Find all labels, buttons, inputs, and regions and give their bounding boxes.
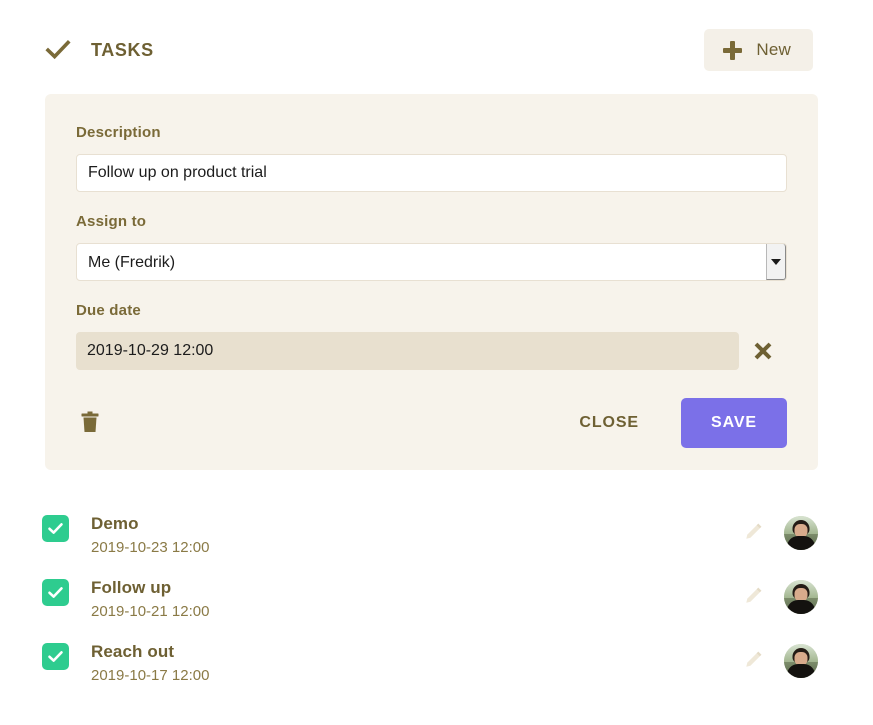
delete-task-button[interactable] [76,408,104,438]
avatar[interactable] [784,516,818,550]
description-label: Description [76,124,161,141]
due-date-input[interactable]: 2019-10-29 12:00 [76,332,739,370]
edit-task-button[interactable] [740,584,766,610]
tasks-header: TASKS New [45,28,813,72]
edit-task-button[interactable] [740,520,766,546]
check-icon [45,35,75,65]
description-input[interactable] [76,154,787,192]
avatar[interactable] [784,580,818,614]
edit-task-button[interactable] [740,648,766,674]
task-text-block: Demo 2019-10-23 12:00 [91,514,740,557]
task-actions [740,580,818,614]
task-list-item[interactable]: Reach out 2019-10-17 12:00 [42,631,818,695]
task-list: Demo 2019-10-23 12:00 Follow up 2019-10-… [42,503,818,695]
task-title: Reach out [91,642,175,661]
assign-to-label: Assign to [76,213,147,230]
plus-icon [723,40,743,60]
task-checkbox[interactable] [42,643,69,670]
due-date-field-group: Due date 2019-10-29 12:00 [76,302,787,370]
task-text-block: Follow up 2019-10-21 12:00 [91,578,740,621]
task-list-item[interactable]: Follow up 2019-10-21 12:00 [42,567,818,631]
avatar[interactable] [784,644,818,678]
description-field-group: Description [76,124,787,192]
pencil-icon [742,521,764,546]
task-actions [740,516,818,550]
task-date: 2019-10-17 12:00 [91,667,210,684]
new-button-label: New [756,40,791,59]
task-checkbox[interactable] [42,515,69,542]
task-actions [740,644,818,678]
page-title: TASKS [91,39,154,60]
assign-to-field-group: Assign to Me (Fredrik) [76,213,787,281]
clear-due-date-button[interactable] [739,332,787,370]
pencil-icon [742,585,764,610]
pencil-icon [742,649,764,674]
task-checkbox[interactable] [42,579,69,606]
form-action-row: CLOSE SAVE [76,398,787,448]
assign-to-select-wrap: Me (Fredrik) [76,243,787,281]
task-date: 2019-10-23 12:00 [91,539,210,556]
close-button[interactable]: CLOSE [569,406,649,440]
task-text-block: Reach out 2019-10-17 12:00 [91,642,740,685]
due-date-row: 2019-10-29 12:00 [76,332,787,370]
task-date: 2019-10-21 12:00 [91,603,210,620]
tasks-page: TASKS New Description Assign to Me (Fred… [0,0,873,725]
assign-to-select[interactable]: Me (Fredrik) [76,243,787,281]
trash-icon [81,411,99,436]
task-title: Demo [91,514,139,533]
task-form-panel: Description Assign to Me (Fredrik) Due d… [45,94,818,470]
save-button[interactable]: SAVE [681,398,787,448]
task-title: Follow up [91,578,172,597]
task-list-item[interactable]: Demo 2019-10-23 12:00 [42,503,818,567]
due-date-label: Due date [76,302,141,319]
close-x-icon [752,340,774,362]
new-task-button[interactable]: New [704,29,813,71]
